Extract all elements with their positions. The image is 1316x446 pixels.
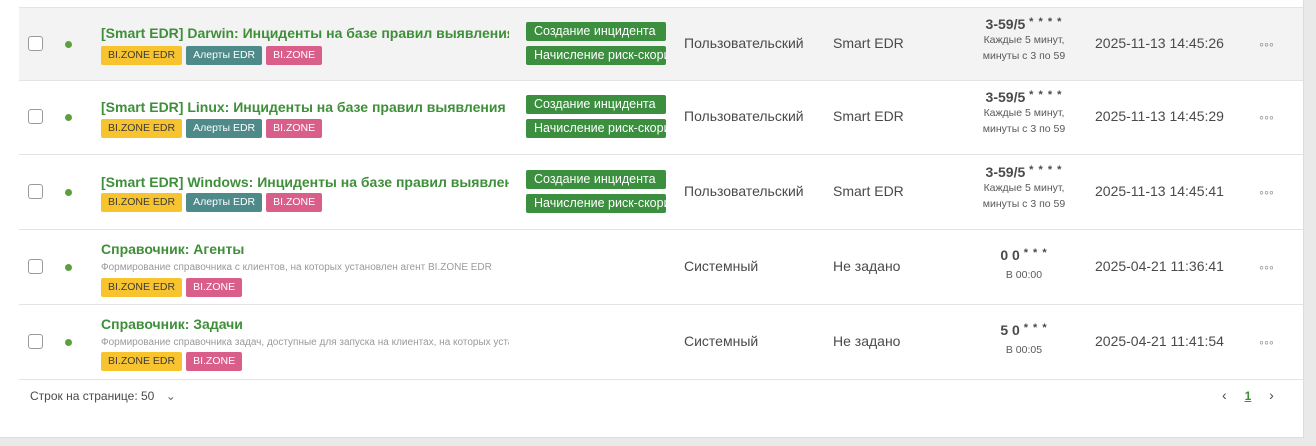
schedule-description: минуты с 3 по 59 <box>982 123 1066 135</box>
rule-type: Системный <box>684 258 759 274</box>
schedule-expression: 3-59/5 * * * * <box>985 164 1063 180</box>
schedule-cell: 5 0 * * * В 00:05 <box>949 322 1099 358</box>
chevron-down-icon[interactable]: ⌄ <box>166 389 176 403</box>
rule-type: Пользовательский <box>684 183 804 199</box>
rule-title[interactable]: Справочник: Агенты <box>101 241 509 257</box>
status-active-icon <box>65 264 72 271</box>
table-row[interactable]: Справочник: Задачи Формирование справочн… <box>19 306 1303 380</box>
schedule-description: Каждые 5 минут, <box>983 34 1065 46</box>
action-badge-risk-scoring: Начисление риск-скоринга <box>526 194 666 213</box>
rule-source: Smart EDR <box>833 108 904 124</box>
action-badge-create-incident: Создание инцидента <box>526 22 666 41</box>
rule-source: Smart EDR <box>833 35 904 51</box>
more-options-icon[interactable]: ◦◦◦ <box>1259 36 1274 52</box>
tag-list: BI.ZONE EDR Алерты EDR BI.ZONE <box>101 193 323 212</box>
action-badge-risk-scoring: Начисление риск-скоринга <box>526 46 666 65</box>
tag: Алерты EDR <box>186 46 263 65</box>
rule-title[interactable]: [Smart EDR] Darwin: Инциденты на базе пр… <box>101 25 509 41</box>
rule-source: Smart EDR <box>833 183 904 199</box>
tag: BI.ZONE <box>186 352 243 371</box>
schedule-description: минуты с 3 по 59 <box>982 198 1066 210</box>
status-active-icon <box>65 114 72 121</box>
schedule-cell: 0 0 * * * В 00:00 <box>949 247 1099 283</box>
tag-list: BI.ZONE EDR Алерты EDR BI.ZONE <box>101 46 323 65</box>
updated-datetime: 2025-11-13 14:45:26 <box>1095 35 1224 51</box>
updated-datetime: 2025-11-13 14:45:41 <box>1095 183 1224 199</box>
more-options-icon[interactable]: ◦◦◦ <box>1259 184 1274 200</box>
schedule-expression: 0 0 * * * <box>1000 247 1048 263</box>
schedule-description: минуты с 3 по 59 <box>982 50 1066 62</box>
tag: BI.ZONE EDR <box>101 193 183 212</box>
tag: BI.ZONE <box>266 119 323 138</box>
tag: BI.ZONE EDR <box>101 46 183 65</box>
action-badge-risk-scoring: Начисление риск-скоринга <box>526 119 666 138</box>
status-active-icon <box>65 189 72 196</box>
rule-type: Системный <box>684 333 759 349</box>
table-row[interactable]: [Smart EDR] Linux: Инциденты на базе пра… <box>19 81 1303 155</box>
row-checkbox[interactable] <box>28 334 43 349</box>
action-list: Создание инцидента Начисление риск-скори… <box>526 22 666 70</box>
schedule-cell: 3-59/5 * * * * Каждые 5 минут, минуты с … <box>949 89 1099 137</box>
rule-type: Пользовательский <box>684 108 804 124</box>
table-row[interactable]: [Smart EDR] Windows: Инциденты на базе п… <box>19 156 1303 230</box>
table-row[interactable]: Справочник: Агенты Формирование справочн… <box>19 231 1303 305</box>
schedule-cell: 3-59/5 * * * * Каждые 5 минут, минуты с … <box>949 16 1099 64</box>
status-active-icon <box>65 41 72 48</box>
updated-datetime: 2025-04-21 11:36:41 <box>1095 258 1224 274</box>
tag: BI.ZONE <box>266 46 323 65</box>
page-number-current[interactable]: 1 <box>1245 389 1252 403</box>
schedule-expression: 3-59/5 * * * * <box>985 16 1063 32</box>
rule-type: Пользовательский <box>684 35 804 51</box>
schedule-description: В 00:05 <box>1005 344 1043 356</box>
tag-list: BI.ZONE EDR BI.ZONE <box>101 352 243 371</box>
row-checkbox[interactable] <box>28 259 43 274</box>
rows-per-page-selector[interactable]: Строк на странице: 50 ⌄ <box>30 389 176 403</box>
chevron-right-icon[interactable]: › <box>1269 387 1274 403</box>
table-row[interactable]: [Smart EDR] Darwin: Инциденты на базе пр… <box>19 7 1303 81</box>
more-options-icon[interactable]: ◦◦◦ <box>1259 109 1274 125</box>
tag-list: BI.ZONE EDR BI.ZONE <box>101 278 243 297</box>
rule-description: Формирование справочника с клиентов, на … <box>101 262 492 273</box>
rule-source: Не задано <box>833 333 901 349</box>
action-badge-create-incident: Создание инцидента <box>526 95 666 114</box>
row-checkbox[interactable] <box>28 184 43 199</box>
schedule-description: Каждые 5 минут, <box>983 107 1065 119</box>
tag: BI.ZONE <box>266 193 323 212</box>
rule-title[interactable]: [Smart EDR] Linux: Инциденты на базе пра… <box>101 99 509 115</box>
schedule-cell: 3-59/5 * * * * Каждые 5 минут, минуты с … <box>949 164 1099 212</box>
schedule-description: В 00:00 <box>1005 269 1043 281</box>
pagination: ‹ 1 › <box>1222 387 1274 403</box>
updated-datetime: 2025-11-13 14:45:29 <box>1095 108 1224 124</box>
more-options-icon[interactable]: ◦◦◦ <box>1259 334 1274 350</box>
row-checkbox[interactable] <box>28 109 43 124</box>
rule-title[interactable]: Справочник: Задачи <box>101 316 509 332</box>
tag: BI.ZONE EDR <box>101 278 183 297</box>
action-list: Создание инцидента Начисление риск-скори… <box>526 95 666 143</box>
rule-title[interactable]: [Smart EDR] Windows: Инциденты на базе п… <box>101 174 509 190</box>
chevron-left-icon[interactable]: ‹ <box>1222 387 1227 403</box>
rule-description: Формирование справочника задач, доступны… <box>101 337 509 348</box>
tag: Алерты EDR <box>186 119 263 138</box>
schedule-expression: 5 0 * * * <box>1000 322 1048 338</box>
row-checkbox[interactable] <box>28 36 43 51</box>
tag: BI.ZONE <box>186 278 243 297</box>
updated-datetime: 2025-04-21 11:41:54 <box>1095 333 1224 349</box>
tag: BI.ZONE EDR <box>101 352 183 371</box>
rule-source: Не задано <box>833 258 901 274</box>
action-badge-create-incident: Создание инцидента <box>526 170 666 189</box>
tag-list: BI.ZONE EDR Алерты EDR BI.ZONE <box>101 119 323 138</box>
more-options-icon[interactable]: ◦◦◦ <box>1259 259 1274 275</box>
action-list: Создание инцидента Начисление риск-скори… <box>526 170 666 218</box>
tag: BI.ZONE EDR <box>101 119 183 138</box>
schedule-expression: 3-59/5 * * * * <box>985 89 1063 105</box>
tag: Алерты EDR <box>186 193 263 212</box>
status-active-icon <box>65 339 72 346</box>
rules-table-panel: [Smart EDR] Darwin: Инциденты на базе пр… <box>0 0 1304 438</box>
schedule-description: Каждые 5 минут, <box>983 182 1065 194</box>
rows-per-page-label: Строк на странице: 50 <box>30 389 155 403</box>
